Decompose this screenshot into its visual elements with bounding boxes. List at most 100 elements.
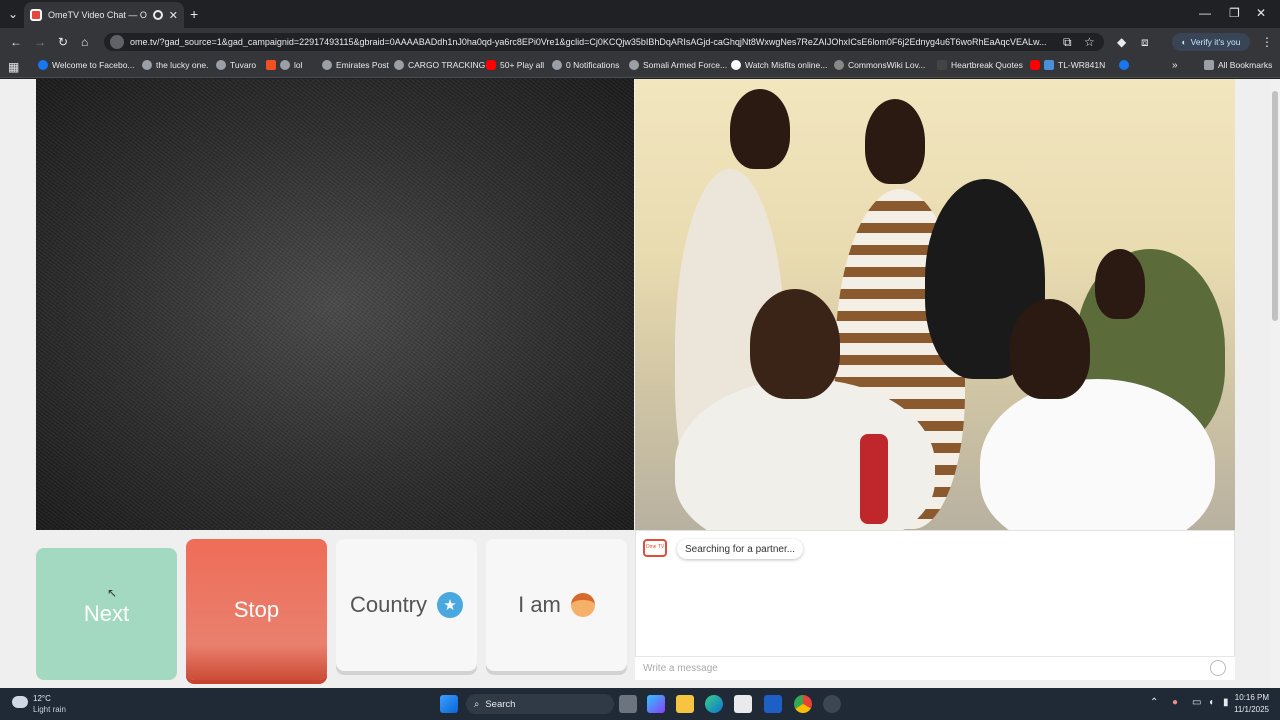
- volume-icon[interactable]: ◖: [1208, 697, 1214, 708]
- country-button[interactable]: Country ★: [336, 539, 477, 671]
- globe-icon: [552, 60, 562, 70]
- bookmark-star-icon[interactable]: ☆: [1084, 36, 1095, 48]
- close-window-icon[interactable]: ✕: [1256, 7, 1266, 19]
- maximize-icon[interactable]: ❐: [1229, 7, 1240, 19]
- bookmark-item[interactable]: Welcome to Facebo...: [38, 60, 135, 70]
- partner-video-static: [36, 79, 634, 530]
- stop-button[interactable]: Stop: [186, 539, 327, 680]
- extension-icon[interactable]: ◆: [1117, 36, 1126, 48]
- person-front-left-head: [750, 289, 840, 399]
- install-app-icon[interactable]: ⧉: [1063, 36, 1072, 48]
- next-button[interactable]: Next: [36, 548, 177, 680]
- new-tab-icon[interactable]: +: [190, 7, 198, 21]
- bookmark-item[interactable]: Heartbreak Quotes: [937, 60, 1023, 70]
- windows-start-icon[interactable]: [440, 695, 458, 713]
- microsoft-icon: [266, 60, 276, 70]
- globe-icon: [394, 60, 404, 70]
- weather-cloud-icon: [12, 696, 28, 708]
- search-label: Search: [485, 698, 516, 710]
- extensions-puzzle-icon[interactable]: ⧈: [1141, 36, 1149, 48]
- clock-date[interactable]: 11/1/2025: [1225, 705, 1269, 714]
- bookmark-item[interactable]: the lucky one.: [142, 60, 208, 70]
- quote-icon: [937, 60, 947, 70]
- more-bookmarks-icon[interactable]: »: [1172, 61, 1178, 71]
- search-icon: ⌕: [474, 698, 480, 710]
- microphone: [860, 434, 888, 524]
- scrollbar-thumb[interactable]: [1272, 91, 1278, 321]
- bookmark-item[interactable]: [1119, 60, 1129, 70]
- windows-taskbar: [0, 688, 1280, 720]
- network-icon[interactable]: ▭: [1192, 697, 1201, 708]
- person-striped-head: [865, 99, 925, 184]
- temperature: 12°C: [33, 694, 51, 703]
- tab-search-icon[interactable]: ⌄: [8, 8, 18, 20]
- app-l-icon[interactable]: [764, 695, 782, 713]
- gender-button[interactable]: I am: [486, 539, 627, 671]
- globe-icon: [216, 60, 226, 70]
- all-bookmarks[interactable]: All Bookmarks: [1204, 60, 1272, 70]
- bookmark-item[interactable]: Watch Misfits online...: [731, 60, 827, 70]
- site-info-icon[interactable]: [110, 35, 124, 49]
- boy-emoji-icon: [570, 593, 595, 617]
- bookmark-item[interactable]: CommonsWiki Lov...: [834, 60, 925, 70]
- profile-icon: ◐: [1181, 37, 1187, 47]
- stop-label: Stop: [233, 596, 280, 622]
- back-icon[interactable]: ←: [10, 36, 22, 48]
- bookmark-item[interactable]: TL-WR841N: [1030, 60, 1105, 70]
- i-am-label: I am: [518, 592, 561, 617]
- google-icon: [731, 60, 741, 70]
- folder-icon: [1204, 60, 1214, 70]
- facebook-icon: [1119, 60, 1129, 70]
- clock-time[interactable]: 10:16 PM: [1225, 693, 1269, 702]
- status-message: Searching for a partner...: [677, 539, 804, 559]
- person-front-right-head: [1010, 299, 1090, 399]
- bookmark-item[interactable]: Somali Armed Force...: [629, 60, 727, 70]
- ometv-favicon-icon: [30, 9, 42, 21]
- recording-icon: [152, 10, 163, 20]
- bookmark-item[interactable]: 50+ Play all: [486, 60, 544, 70]
- globe-icon: [280, 60, 290, 70]
- message-input[interactable]: Write a message: [635, 656, 1235, 680]
- edge-icon[interactable]: [705, 695, 723, 713]
- youtube-icon: [1030, 60, 1040, 70]
- store-icon[interactable]: [734, 695, 752, 713]
- taskbar-search[interactable]: ⌕ Search: [466, 694, 614, 714]
- emoji-icon[interactable]: [1210, 660, 1226, 676]
- chrome-icon[interactable]: [794, 695, 812, 713]
- reload-icon[interactable]: ↻: [58, 36, 68, 48]
- self-camera-video: [635, 79, 1235, 530]
- copilot-icon[interactable]: [647, 695, 665, 713]
- weather[interactable]: Light rain: [33, 705, 66, 714]
- tab-title: OmeTV Video Chat — Omegle: [48, 10, 147, 20]
- bookmark-item[interactable]: Emirates Post: [322, 60, 389, 70]
- globe-icon: [322, 60, 332, 70]
- globe-icon: [629, 60, 639, 70]
- chrome-profile-icon[interactable]: [823, 695, 841, 713]
- wiki-icon: [834, 60, 844, 70]
- bookmark-item[interactable]: CARGO TRACKING: [394, 60, 485, 70]
- scrollbar[interactable]: [1270, 79, 1280, 688]
- apps-grid-icon[interactable]: ▦: [8, 61, 19, 73]
- globe-icon: [142, 60, 152, 70]
- file-explorer-icon[interactable]: [676, 695, 694, 713]
- microphone-icon[interactable]: ●: [1172, 697, 1178, 708]
- person-right-head: [1095, 249, 1145, 319]
- verify-button[interactable]: ◐ Verify it's you: [1172, 33, 1250, 51]
- tray-chevron-icon[interactable]: ⌃: [1150, 697, 1158, 708]
- mouse-cursor-icon: ↖: [107, 586, 118, 600]
- address-bar[interactable]: ome.tv/?gad_source=1&gad_campaignid=2291…: [104, 33, 1104, 51]
- bookmark-item[interactable]: lol: [266, 60, 303, 70]
- close-tab-icon[interactable]: ✕: [169, 9, 178, 22]
- verify-label: Verify it's you: [1190, 37, 1241, 47]
- star-icon: ★: [437, 592, 464, 618]
- ometv-logo: Ome TV: [643, 539, 667, 557]
- browser-tab[interactable]: OmeTV Video Chat — Omegle ✕: [24, 2, 184, 28]
- minimize-icon[interactable]: —: [1199, 7, 1211, 19]
- bookmark-item[interactable]: 0 Notifications: [552, 60, 619, 70]
- home-icon[interactable]: ⌂: [81, 36, 88, 48]
- menu-icon[interactable]: ⋮: [1261, 36, 1273, 48]
- bookmark-item[interactable]: Tuvaro: [216, 60, 256, 70]
- next-label: Next: [83, 601, 130, 626]
- task-view-icon[interactable]: [619, 695, 637, 713]
- forward-icon[interactable]: →: [34, 36, 46, 48]
